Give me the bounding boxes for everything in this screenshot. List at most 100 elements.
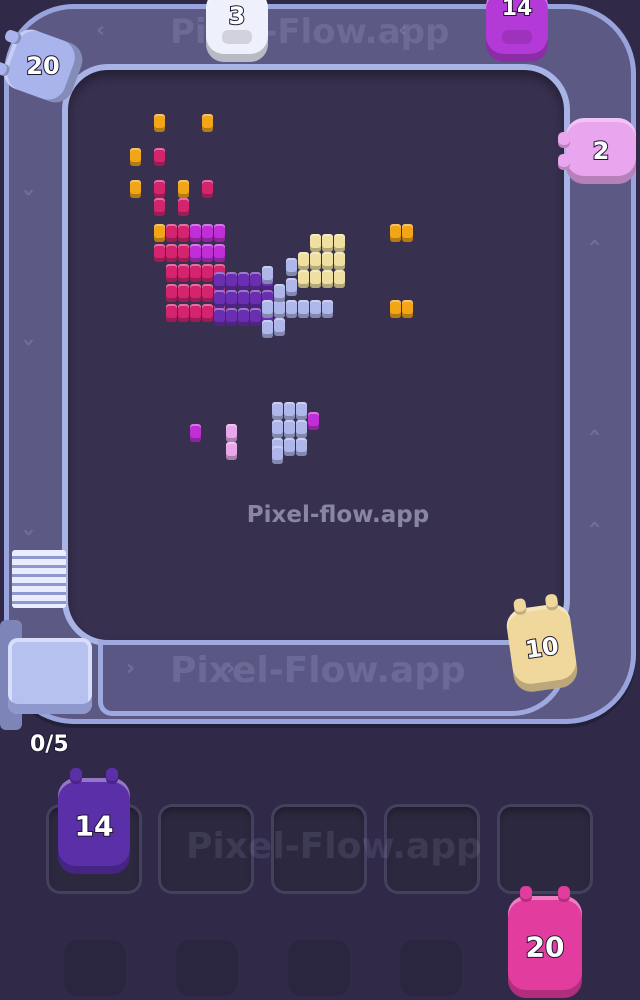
pixel-block [402, 300, 413, 318]
pixel-block [284, 438, 295, 456]
pixel-block [226, 272, 237, 290]
pixel-block [166, 304, 177, 322]
pixel-block [262, 266, 273, 284]
pig-count: 20 [25, 51, 60, 81]
pixel-block [214, 224, 225, 242]
pixel-block [284, 420, 295, 438]
pixel-block [250, 308, 261, 326]
pixel-block [214, 290, 225, 308]
belt-arrow-icon: › [126, 656, 136, 681]
pixel-board [68, 70, 564, 640]
pixel-block [286, 258, 297, 276]
pixel-block [286, 278, 297, 296]
pixel-block [296, 420, 307, 438]
pixel-block [178, 304, 189, 322]
pixel-block [322, 252, 333, 270]
pixel-block [238, 308, 249, 326]
pixel-block [178, 198, 189, 216]
pixel-block [296, 402, 307, 420]
queue-placeholder [288, 940, 350, 996]
slots-watermark: Pixel-Flow.app [186, 826, 482, 867]
belt-arrow-icon: ‹ [582, 427, 608, 438]
pig-count: 3 [228, 1, 247, 31]
belt-feeder[interactable] [8, 638, 92, 714]
pixel-block [190, 284, 201, 302]
pig-face [222, 30, 252, 44]
belt-pig-right-pink[interactable]: 2 [558, 118, 636, 184]
pixel-block [202, 244, 213, 262]
pixel-block [178, 264, 189, 282]
pixel-block [226, 290, 237, 308]
pixel-block [154, 148, 165, 166]
belt-arrow-icon: ‹ [16, 527, 42, 538]
pixel-block [274, 284, 285, 302]
pixel-block [190, 264, 201, 282]
pixel-block [334, 252, 345, 270]
pixel-block [202, 304, 213, 322]
pixel-block [310, 300, 321, 318]
pixel-block [272, 420, 283, 438]
pixel-block [154, 244, 165, 262]
pixel-block [154, 114, 165, 132]
pig-count: 10 [523, 631, 562, 665]
pixel-block [334, 234, 345, 252]
pixel-block [166, 284, 177, 302]
pixel-block [214, 272, 225, 290]
belt-arrow-icon: › [226, 656, 236, 681]
game-stage: Pixel-Flow.app ‹ ‹ ‹ ‹ ‹ ‹ ‹ ‹ Pixel-Flo… [0, 0, 640, 1000]
pixel-block [130, 148, 141, 166]
pixel-block [272, 446, 283, 464]
pixel-block [390, 300, 401, 318]
queue-counter: 0/5 [29, 731, 70, 758]
pixel-block [310, 270, 321, 288]
pixel-block [154, 198, 165, 216]
pixel-block [402, 224, 413, 242]
pixel-block [226, 308, 237, 326]
pixel-block [190, 224, 201, 242]
pig-count: 14 [501, 0, 534, 22]
pixel-block [274, 300, 285, 318]
queue-placeholder [176, 940, 238, 996]
pixel-block [166, 264, 177, 282]
pixel-block [310, 234, 321, 252]
pixel-block [178, 244, 189, 262]
pixel-block [272, 402, 283, 420]
belt-pig-top-white[interactable]: 3 [206, 0, 268, 62]
pixel-block [308, 412, 319, 430]
belt-watermark-bottom: Pixel-Flow.app [170, 650, 466, 691]
belt-arrow-icon: ‹ [96, 18, 106, 43]
queue-placeholder [400, 940, 462, 996]
pixel-block [322, 300, 333, 318]
pixel-block [274, 318, 285, 336]
pixel-block [390, 224, 401, 242]
queue-placeholder [64, 940, 126, 996]
belt-pig-top-purple[interactable]: 14 [486, 0, 548, 62]
pixel-block [190, 244, 201, 262]
pixel-block [202, 114, 213, 132]
pixel-block [226, 442, 237, 460]
pixel-block [238, 290, 249, 308]
belt-arrow-icon: ‹ [16, 337, 42, 348]
slot-pig[interactable]: 14 [58, 768, 130, 874]
pixel-block [250, 272, 261, 290]
pixel-block [296, 438, 307, 456]
holding-slot-5[interactable] [497, 804, 593, 894]
pig-count: 2 [592, 136, 611, 166]
waiting-pig[interactable]: 20 [508, 886, 582, 998]
pixel-block [262, 300, 273, 318]
pixel-block [166, 224, 177, 242]
pixel-block [178, 224, 189, 242]
pig-count: 14 [74, 809, 115, 844]
pixel-block [202, 180, 213, 198]
belt-pig-bottomright-gold[interactable]: 10 [504, 593, 580, 695]
pixel-block [178, 284, 189, 302]
pixel-block [322, 234, 333, 252]
pixel-block [226, 424, 237, 442]
pixel-block [214, 308, 225, 326]
pixel-block [154, 180, 165, 198]
belt-arrow-icon: ‹ [582, 237, 608, 248]
pixel-block [298, 270, 309, 288]
pixel-block [166, 244, 177, 262]
center-watermark: Pixel-flow.app [246, 502, 430, 528]
pixel-block [202, 264, 213, 282]
